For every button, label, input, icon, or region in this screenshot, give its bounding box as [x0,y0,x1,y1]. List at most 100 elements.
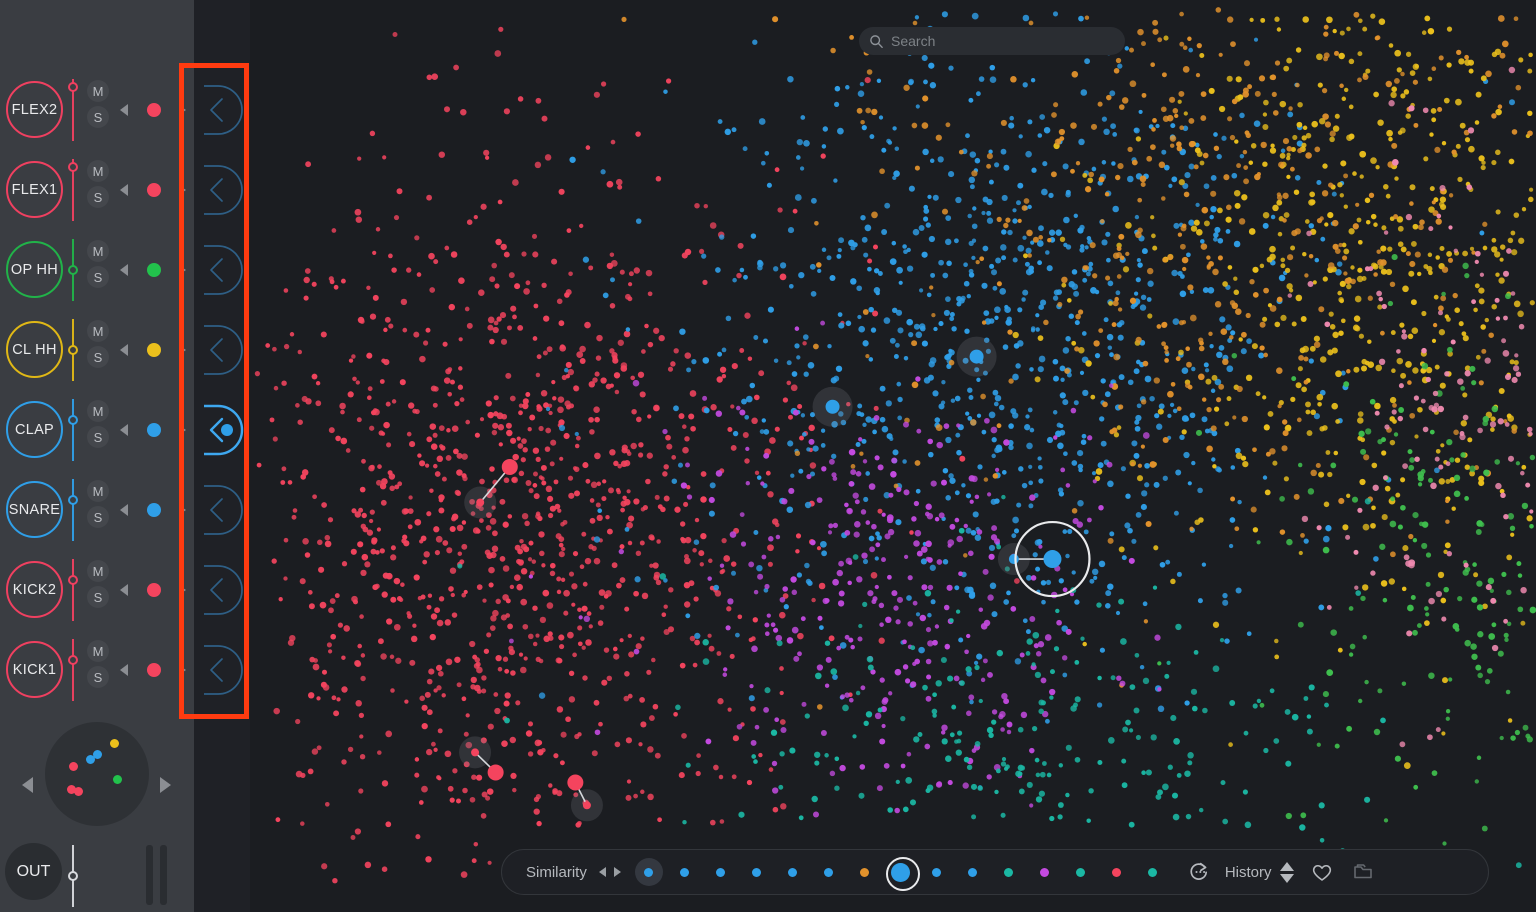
search-box[interactable] [859,27,1125,55]
solo-button[interactable]: S [87,346,109,368]
track-next-icon[interactable] [180,426,186,434]
mute-button[interactable]: M [87,80,109,102]
track-prev-icon[interactable] [120,504,128,516]
refresh-button[interactable] [1187,860,1211,884]
mute-button[interactable]: M [87,480,109,502]
scatter-plot[interactable] [250,0,1536,912]
node-blue-2[interactable] [969,349,984,364]
track-fader-knob[interactable] [68,345,78,355]
track-color-dot[interactable] [147,663,161,677]
track-fader-knob[interactable] [68,162,78,173]
triangle-down-icon[interactable] [1279,873,1294,883]
scatter-canvas[interactable]: Similarity History [250,0,1536,912]
similarity-step-9[interactable] [919,854,955,890]
track-prev-icon[interactable] [120,104,128,116]
track-prev-icon[interactable] [120,344,128,356]
pattern-arc-cell[interactable] [194,70,250,150]
minimap-next-icon[interactable] [160,777,171,793]
similarity-step-11[interactable] [991,854,1027,890]
track-fader[interactable] [68,559,78,621]
linked-node[interactable] [582,801,591,810]
track-color-dot[interactable] [147,583,161,597]
track-fader[interactable] [68,639,78,701]
similarity-step-7[interactable] [847,854,883,890]
similarity-step-8[interactable] [883,854,920,891]
track-next-icon[interactable] [180,106,186,114]
mute-button[interactable]: M [87,400,109,422]
mute-button[interactable]: M [87,160,109,182]
track-fader-knob[interactable] [68,574,78,585]
similarity-prev-icon[interactable] [598,867,606,877]
track-name-button[interactable]: CLAP [6,401,63,458]
track-name-button[interactable]: FLEX1 [6,161,63,218]
track-color-dot[interactable] [147,263,161,277]
track-color-dot[interactable] [147,423,161,437]
favorite-button[interactable] [1310,861,1334,883]
similarity-step-6[interactable] [811,854,847,890]
track-row-clap[interactable]: CLAP M S [0,390,194,470]
track-row-kick2[interactable]: KICK2 M S [0,550,194,630]
triangle-up-icon[interactable] [1279,861,1294,871]
out-fader-knob[interactable] [68,871,78,881]
solo-button[interactable]: S [87,266,109,288]
mute-button[interactable]: M [87,240,109,262]
node-red-3[interactable] [567,774,584,791]
track-next-icon[interactable] [180,346,186,354]
track-prev-icon[interactable] [120,264,128,276]
track-fader-knob[interactable] [68,265,78,275]
track-prev-icon[interactable] [120,184,128,196]
track-fader[interactable] [68,159,78,221]
track-name-button[interactable]: KICK2 [6,561,63,618]
minimap-prev-icon[interactable] [22,777,33,793]
solo-button[interactable]: S [87,586,109,608]
track-fader-knob[interactable] [68,82,78,93]
similarity-step-3[interactable] [703,854,739,890]
track-fader[interactable] [68,479,78,541]
track-name-button[interactable]: FLEX2 [6,81,63,138]
folder-button[interactable] [1350,860,1376,884]
track-fader[interactable] [68,399,78,461]
linked-node[interactable] [476,498,485,507]
pattern-arc-cell[interactable] [194,390,250,470]
track-prev-icon[interactable] [120,664,128,676]
similarity-step-13[interactable] [1063,854,1099,890]
node-red-1[interactable] [501,458,518,475]
mute-button[interactable]: M [87,320,109,342]
track-name-button[interactable]: SNARE [6,481,63,538]
track-fader[interactable] [68,239,78,301]
track-row-op-hh[interactable]: OP HH M S [0,230,194,310]
track-fader[interactable] [68,319,78,381]
mute-button[interactable]: M [87,560,109,582]
track-next-icon[interactable] [180,186,186,194]
similarity-step-5[interactable] [775,854,811,890]
track-fader-knob[interactable] [68,494,78,505]
pattern-arc-cell[interactable] [194,470,250,550]
track-next-icon[interactable] [180,506,186,514]
track-prev-icon[interactable] [120,584,128,596]
track-row-flex1[interactable]: FLEX1 M S [0,150,194,230]
linked-node[interactable] [471,748,480,757]
similarity-step-10[interactable] [955,854,991,890]
pattern-arc-cell[interactable] [194,310,250,390]
similarity-step-4[interactable] [739,854,775,890]
track-color-dot[interactable] [147,503,161,517]
track-next-icon[interactable] [180,586,186,594]
track-prev-icon[interactable] [120,424,128,436]
similarity-next-icon[interactable] [613,867,621,877]
pattern-arc-cell[interactable] [194,150,250,230]
track-row-cl-hh[interactable]: CL HH M S [0,310,194,390]
similarity-step-12[interactable] [1027,854,1063,890]
track-name-button[interactable]: OP HH [6,241,63,298]
out-fader[interactable] [68,845,78,907]
track-fader-knob[interactable] [68,414,78,425]
linked-node[interactable] [1008,554,1019,565]
track-next-icon[interactable] [180,266,186,274]
minimap[interactable] [45,722,149,826]
track-next-icon[interactable] [180,666,186,674]
search-input[interactable] [891,33,1101,49]
pattern-arc-cell[interactable] [194,630,250,710]
track-row-snare[interactable]: SNARE M S [0,470,194,550]
similarity-step-14[interactable] [1099,854,1135,890]
node-red-2[interactable] [487,764,504,781]
track-row-flex2[interactable]: FLEX2 M S [0,70,194,150]
